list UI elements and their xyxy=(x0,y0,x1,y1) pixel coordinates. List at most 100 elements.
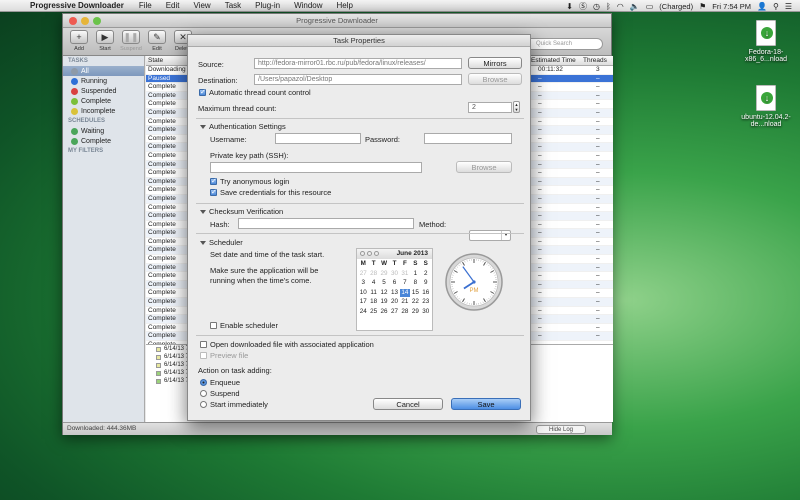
menu-help[interactable]: Help xyxy=(330,1,360,10)
calendar-next-icon[interactable] xyxy=(374,251,379,256)
column-state[interactable]: State xyxy=(148,57,163,64)
desktop-file-fedora[interactable]: ↓ Fedora-18-x86_6...nload xyxy=(736,20,796,63)
calendar-day[interactable]: 28 xyxy=(368,270,378,279)
calendar-day[interactable]: 28 xyxy=(400,308,410,317)
suspend-radio[interactable] xyxy=(200,390,207,397)
max-thread-stepper[interactable]: ▲ ▼ xyxy=(513,101,520,113)
calendar-day[interactable]: 6 xyxy=(389,279,399,288)
quick-search-input[interactable]: Quick Search xyxy=(525,38,603,50)
calendar-day[interactable]: 25 xyxy=(368,308,378,317)
auth-section-header[interactable]: Authentication Settings xyxy=(200,122,286,131)
menu-plugin[interactable]: Plug-in xyxy=(248,1,287,10)
window-titlebar[interactable]: Progressive Downloader xyxy=(63,14,611,28)
mirrors-button[interactable]: Mirrors xyxy=(468,57,522,69)
preview-file-checkbox[interactable] xyxy=(200,352,207,359)
sidebar-item-incomplete[interactable]: Incomplete xyxy=(63,106,144,116)
save-credentials-checkbox[interactable]: ✓ xyxy=(210,189,217,196)
auto-thread-checkbox[interactable]: ✓ xyxy=(199,89,206,96)
flag-icon[interactable]: ⚑ xyxy=(699,2,706,11)
menu-edit[interactable]: Edit xyxy=(159,1,187,10)
volume-icon[interactable]: 🔈 xyxy=(630,2,640,11)
sidebar-schedule-complete[interactable]: Complete xyxy=(63,136,144,146)
calendar-day[interactable]: 5 xyxy=(379,279,389,288)
calendar-day[interactable]: 29 xyxy=(379,270,389,279)
bluetooth-icon[interactable]: ᛒ xyxy=(606,2,611,11)
calendar-day[interactable]: 17 xyxy=(358,298,368,307)
calendar-day[interactable]: 7 xyxy=(400,279,410,288)
menu-view[interactable]: View xyxy=(187,1,218,10)
calendar-day[interactable]: 16 xyxy=(421,289,431,298)
user-icon[interactable]: 👤 xyxy=(757,2,767,11)
method-select[interactable]: ▾ xyxy=(469,230,511,241)
sidebar-item-all[interactable]: All xyxy=(63,66,144,76)
calendar-day[interactable]: 15 xyxy=(410,289,420,298)
hash-field[interactable] xyxy=(238,218,414,229)
save-button[interactable]: Save xyxy=(451,398,521,410)
scheduler-section-header[interactable]: Scheduler xyxy=(200,238,243,247)
cancel-button[interactable]: Cancel xyxy=(373,398,443,410)
start-button[interactable]: ▶ Start xyxy=(93,29,117,52)
add-button[interactable]: + Add xyxy=(67,29,91,52)
calendar-day[interactable]: 10 xyxy=(358,289,368,298)
max-thread-field[interactable]: 2 xyxy=(468,102,512,113)
anonymous-login-checkbox[interactable]: ✓ xyxy=(210,178,217,185)
calendar-day[interactable]: 24 xyxy=(358,308,368,317)
time-machine-icon[interactable]: ◷ xyxy=(593,2,600,11)
open-file-checkbox[interactable] xyxy=(200,341,207,348)
username-field[interactable] xyxy=(275,133,361,144)
suspend-button[interactable]: ❚❚ Suspend xyxy=(119,29,143,52)
calendar-day[interactable]: 22 xyxy=(410,298,420,307)
column-estimated-time[interactable]: Estimated Time xyxy=(531,57,576,64)
calendar-today-icon[interactable] xyxy=(367,251,372,256)
battery-status[interactable]: (Charged) xyxy=(659,2,693,11)
wifi-icon[interactable]: ◠ xyxy=(617,2,624,11)
calendar-day[interactable]: 21 xyxy=(400,298,410,307)
sidebar-schedule-waiting[interactable]: Waiting xyxy=(63,126,144,136)
minimize-window-icon[interactable] xyxy=(81,17,89,25)
calendar-day[interactable]: 12 xyxy=(379,289,389,298)
column-threads[interactable]: Threads xyxy=(583,57,607,64)
calendar-day[interactable]: 29 xyxy=(410,308,420,317)
zoom-window-icon[interactable] xyxy=(93,17,101,25)
browse-destination-button[interactable]: Browse xyxy=(468,73,522,85)
sidebar-item-suspended[interactable]: Suspended xyxy=(63,86,144,96)
source-field[interactable]: http://fedora-mirror01.rbc.ru/pub/fedora… xyxy=(254,58,462,69)
password-field[interactable] xyxy=(424,133,512,144)
start-immediately-radio[interactable] xyxy=(200,401,207,408)
menu-clock[interactable]: Fri 7:54 PM xyxy=(712,2,751,11)
sidebar-item-running[interactable]: Running xyxy=(63,76,144,86)
calendar-day[interactable]: 8 xyxy=(410,279,420,288)
clock-picker[interactable]: PM xyxy=(444,252,504,312)
spotlight-icon[interactable]: ⚲ xyxy=(773,2,779,11)
calendar-day[interactable]: 23 xyxy=(421,298,431,307)
calendar-day[interactable]: 30 xyxy=(389,270,399,279)
hide-log-button[interactable]: Hide Log xyxy=(536,425,586,434)
download-status-icon[interactable]: ⬇ xyxy=(566,2,573,11)
calendar-day[interactable]: 4 xyxy=(368,279,378,288)
menu-file[interactable]: File xyxy=(132,1,159,10)
private-key-field[interactable] xyxy=(210,162,422,173)
calendar-day[interactable]: 30 xyxy=(421,308,431,317)
calendar-day[interactable]: 14 xyxy=(399,288,411,297)
desktop-file-ubuntu[interactable]: ↓ ubuntu-12.04.2-de...nload xyxy=(736,85,796,128)
calendar-day[interactable]: 27 xyxy=(358,270,368,279)
menu-task[interactable]: Task xyxy=(218,1,248,10)
calendar-day[interactable]: 1 xyxy=(410,270,420,279)
date-calendar[interactable]: June 2013 M T W T F S S 27 28 29 30 31 1 2 3 4 5 6 7 8 9 10 11… xyxy=(356,248,433,331)
checksum-section-header[interactable]: Checksum Verification xyxy=(200,207,283,216)
calendar-day[interactable]: 18 xyxy=(368,298,378,307)
menu-window[interactable]: Window xyxy=(287,1,329,10)
destination-field[interactable]: /Users/papazol/Desktop xyxy=(254,74,462,85)
sidebar-item-complete[interactable]: Complete xyxy=(63,96,144,106)
calendar-day[interactable]: 11 xyxy=(368,289,378,298)
calendar-prev-icon[interactable] xyxy=(360,251,365,256)
calendar-day[interactable]: 26 xyxy=(379,308,389,317)
calendar-day[interactable]: 13 xyxy=(389,289,399,298)
edit-button[interactable]: ✎ Edit xyxy=(145,29,169,52)
notifications-icon[interactable]: ☰ xyxy=(785,2,792,11)
app-menu[interactable]: Progressive Downloader xyxy=(22,1,132,10)
calendar-day[interactable]: 2 xyxy=(421,270,431,279)
calendar-day[interactable]: 19 xyxy=(379,298,389,307)
enqueue-radio[interactable] xyxy=(200,379,207,386)
calendar-day[interactable]: 9 xyxy=(421,279,431,288)
